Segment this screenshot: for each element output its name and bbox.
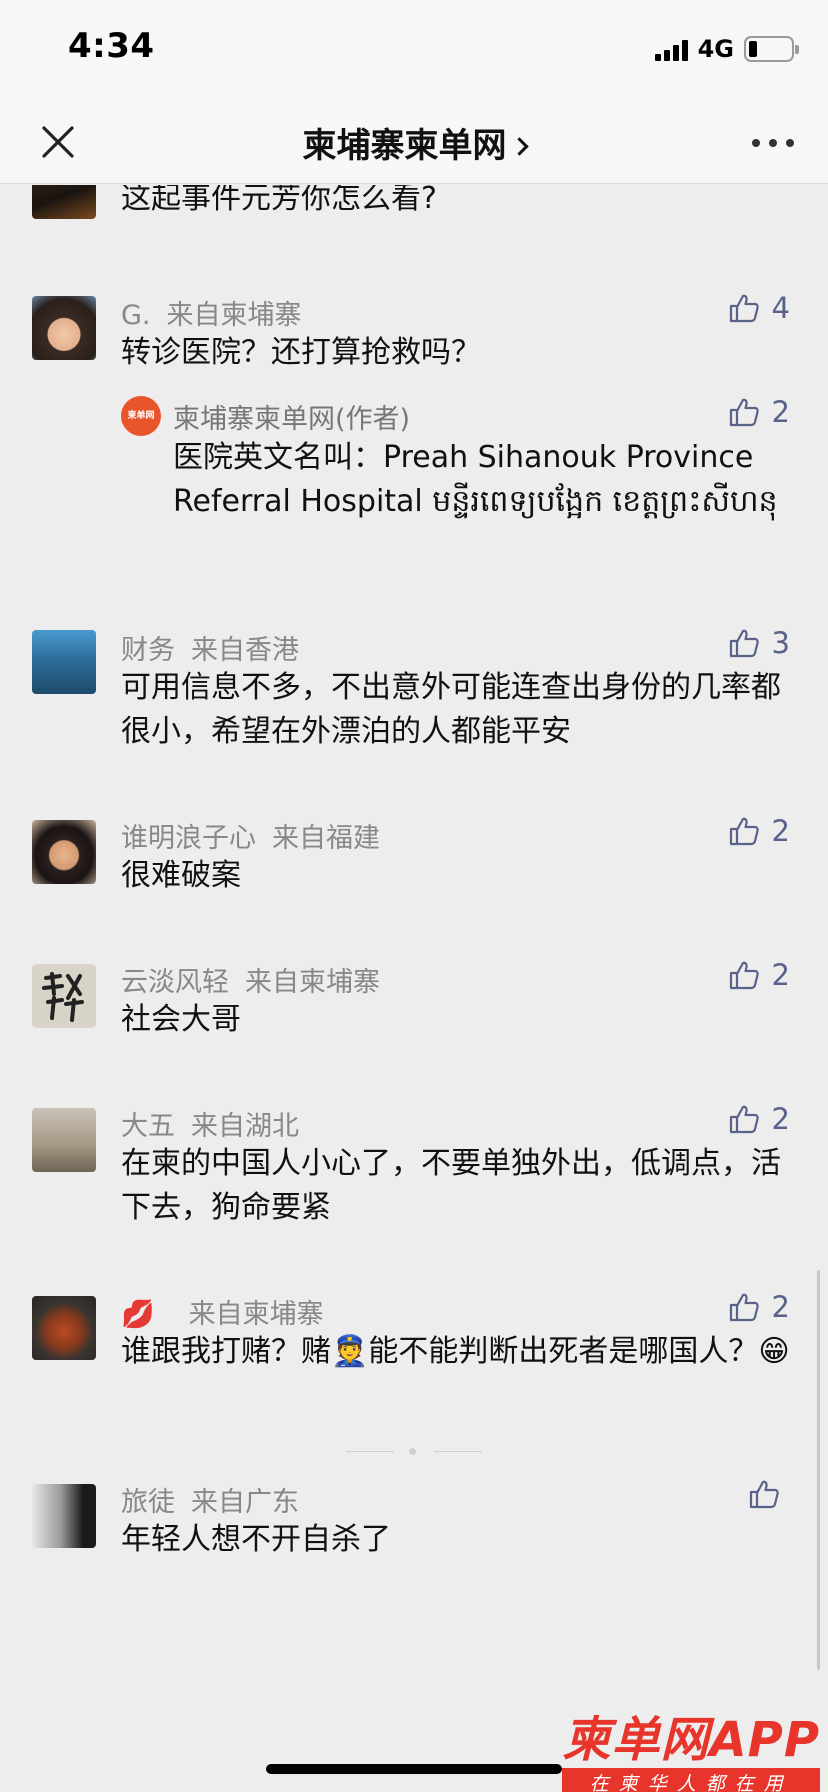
home-indicator[interactable]: [266, 1764, 562, 1774]
comment-content: 这起事件元芳你怎么看?: [121, 185, 437, 216]
avatar[interactable]: [32, 1484, 96, 1548]
avatar[interactable]: [32, 1296, 96, 1360]
avatar[interactable]: [32, 1108, 96, 1172]
comment-meta: 大五 来自湖北: [121, 1104, 299, 1143]
chevron-right-icon: [509, 137, 529, 156]
avatar[interactable]: [32, 296, 96, 360]
comment-location: 来自福建: [272, 823, 380, 854]
comment-meta: 谁明浪子心 来自福建: [121, 816, 380, 855]
thumbs-up-icon: [729, 1105, 759, 1134]
comment-location: 来自香港: [191, 635, 299, 666]
comment-content: 可用信息不多，不出意外可能连查出身份的几率都很小，希望在外漂泊的人都能平安: [121, 670, 781, 749]
comment-content: 很难破案: [121, 858, 241, 893]
signal-icon: [654, 37, 688, 61]
comment-author[interactable]: G.: [121, 300, 151, 331]
comment-author[interactable]: 大五: [121, 1111, 175, 1142]
comment-author[interactable]: 旅徒: [121, 1487, 175, 1518]
like-button[interactable]: 3: [728, 626, 790, 660]
comment-meta: 旅徒 来自广东: [121, 1480, 299, 1519]
thumbs-up-icon: [729, 629, 759, 658]
thumbs-up-icon: [729, 398, 759, 427]
comment-author[interactable]: 财务: [121, 635, 175, 666]
like-count: 2: [771, 814, 790, 848]
network-type: 4G: [697, 35, 734, 63]
comment-content: 谁跟我打赌？赌👮能不能判断出死者是哪国人？😁: [121, 1334, 790, 1369]
thumbs-up-icon: [749, 1480, 779, 1509]
avatar[interactable]: [32, 820, 96, 884]
comment-location: 来自广东: [191, 1487, 299, 1518]
watermark-main: 柬单网APP: [562, 1712, 820, 1768]
comment-location: 来自湖北: [191, 1111, 299, 1142]
like-count: 2: [771, 395, 790, 429]
like-count: 2: [771, 1102, 790, 1136]
status-time: 4:34: [68, 26, 155, 66]
avatar[interactable]: [32, 630, 96, 694]
like-count: 4: [771, 291, 790, 325]
watermark-sub: 在柬华人都在用: [562, 1768, 820, 1792]
like-button[interactable]: 4: [728, 291, 790, 325]
nav-title[interactable]: 柬埔寨柬单网: [0, 118, 828, 167]
reply-author[interactable]: 柬埔寨柬单网(作者): [173, 397, 410, 436]
more-icon[interactable]: [752, 139, 794, 147]
comment-meta: 💋 来自柬埔寨: [121, 1292, 324, 1331]
thumbs-up-icon: [729, 1293, 759, 1322]
nav-bar: 柬埔寨柬单网: [0, 100, 828, 184]
like-button[interactable]: 2: [728, 395, 790, 429]
comment-meta: 财务 来自香港: [121, 628, 299, 667]
battery-icon: [744, 36, 799, 62]
comment-location: 来自柬埔寨: [166, 300, 302, 331]
author-avatar[interactable]: 柬单网: [121, 396, 161, 436]
comment-author[interactable]: 谁明浪子心: [121, 823, 256, 854]
like-count: 3: [771, 626, 790, 660]
thumbs-up-icon: [729, 961, 759, 990]
comment-content: 年轻人想不开自杀了: [121, 1522, 391, 1557]
comment-author[interactable]: 💋: [121, 1299, 155, 1330]
comment-content: 在柬的中国人小心了，不要单独外出，低调点，活下去，狗命要紧: [121, 1146, 781, 1225]
thumbs-up-icon: [729, 817, 759, 846]
avatar[interactable]: [32, 964, 96, 1028]
calligraphy-avatar-art: [42, 972, 84, 1022]
like-count: 2: [771, 1290, 790, 1324]
comment-content: 社会大哥: [121, 1002, 241, 1037]
nav-title-text: 柬埔寨柬单网: [302, 126, 507, 166]
thumbs-up-icon: [729, 294, 759, 323]
like-button[interactable]: 2: [728, 814, 790, 848]
comment-location: 来自柬埔寨: [188, 1299, 324, 1330]
status-indicators: 4G: [654, 34, 799, 64]
like-button[interactable]: 2: [728, 1102, 790, 1136]
comment-list: 这起事件元芳你怎么看? G. 来自柬埔寨 4 转诊医院？还打算抢救吗？ 柬单网 柬…: [0, 185, 828, 1792]
comment-meta: 云淡风轻 来自柬埔寨: [121, 960, 380, 999]
scrollbar[interactable]: [817, 1270, 820, 1670]
like-button[interactable]: 2: [728, 1290, 790, 1324]
avatar[interactable]: [32, 185, 96, 219]
comment-author[interactable]: 云淡风轻: [121, 967, 229, 998]
like-button[interactable]: [748, 1478, 792, 1510]
like-count: 2: [771, 958, 790, 992]
like-button[interactable]: 2: [728, 958, 790, 992]
comment-meta: G. 来自柬埔寨: [121, 293, 302, 332]
comment-location: 来自柬埔寨: [245, 967, 380, 998]
comment-content: 转诊医院？还打算抢救吗？: [121, 335, 481, 370]
status-bar: 4:34 4G: [0, 0, 828, 100]
list-end-divider: [346, 1447, 482, 1455]
reply-content: 医院英文名叫：Preah Sihanouk Province Referral …: [173, 440, 778, 519]
watermark-logo: 柬单网APP 在柬华人都在用: [562, 1700, 820, 1792]
